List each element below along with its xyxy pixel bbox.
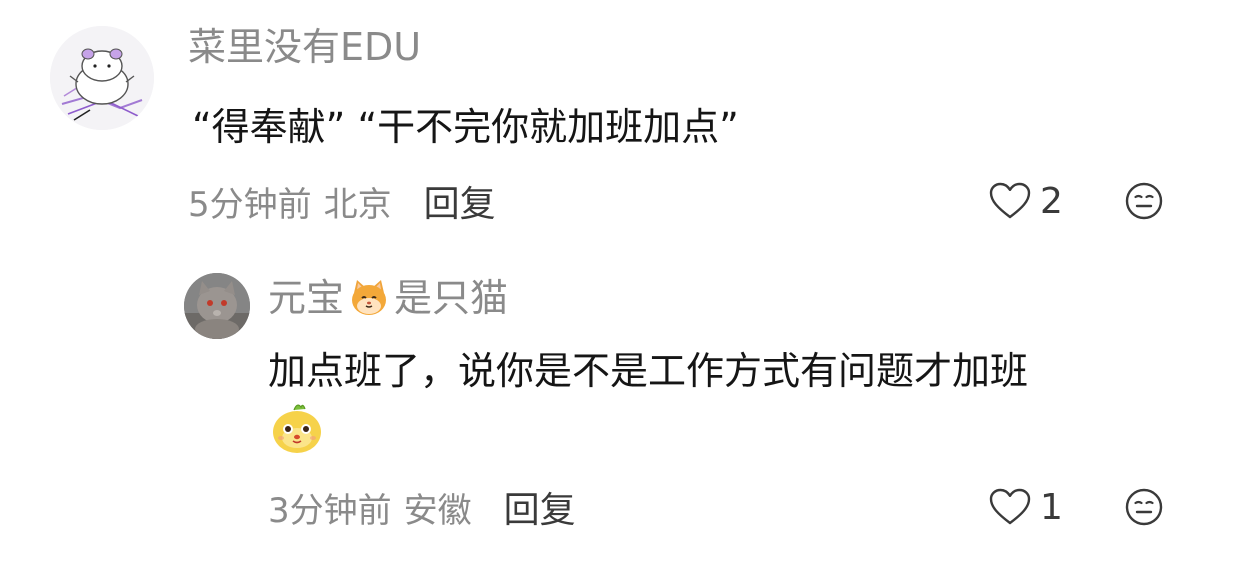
comment-username[interactable]: 菜里没有EDU xyxy=(188,24,421,70)
comment-avatar[interactable] xyxy=(50,26,154,130)
neutral-face-icon[interactable] xyxy=(1124,181,1164,221)
hamster-sticker-image xyxy=(50,26,154,130)
gray-cat-photo xyxy=(184,273,250,339)
heart-outline-icon xyxy=(989,182,1031,219)
heart-outline-icon xyxy=(989,488,1031,525)
dog-emoji-icon xyxy=(273,404,321,453)
reply-meta: 3分钟前 安徽 回复 xyxy=(268,481,576,533)
cat-emoji-icon xyxy=(352,280,387,315)
reply-username-part1: 元宝 xyxy=(268,276,345,320)
comment-meta: 5分钟前 北京 回复 xyxy=(188,175,496,227)
reply-like-count: 1 xyxy=(1040,486,1063,528)
comment-like-button[interactable]: 2 xyxy=(988,178,1063,224)
comment-like-count: 2 xyxy=(1040,180,1063,222)
neutral-face-icon[interactable] xyxy=(1124,487,1164,527)
comment-location: 北京 xyxy=(323,184,392,225)
reply-avatar[interactable] xyxy=(184,273,250,339)
reply-username[interactable]: 元宝 是只猫 xyxy=(268,275,508,321)
comment-text: “得奉献” “干不完你就加班加点” xyxy=(192,105,739,149)
reply-reply-button[interactable]: 回复 xyxy=(504,481,576,533)
reply-location: 安徽 xyxy=(403,490,472,531)
reply-username-part2: 是只猫 xyxy=(394,276,509,320)
reply-time: 3分钟前 xyxy=(268,490,392,531)
reply-text: 加点班了，说你是不是工作方式有问题才加班 xyxy=(268,349,1029,393)
comment-reply-button[interactable]: 回复 xyxy=(424,175,496,227)
comment-time: 5分钟前 xyxy=(188,184,312,225)
reply-like-button[interactable]: 1 xyxy=(988,484,1063,530)
